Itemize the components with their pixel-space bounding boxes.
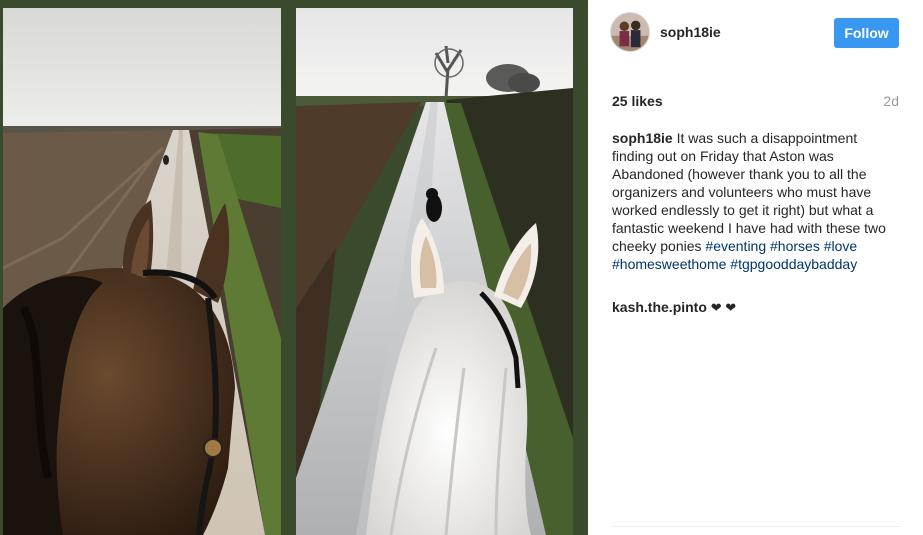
comment-username[interactable]: kash.the.pinto: [612, 299, 707, 315]
post-age[interactable]: 2d: [883, 93, 899, 109]
hashtag-link[interactable]: #homesweethome: [612, 256, 726, 272]
post-caption: soph18ie It was such a disappointment fi…: [612, 129, 902, 273]
follow-button[interactable]: Follow: [834, 18, 899, 48]
hashtag-link[interactable]: #eventing: [705, 238, 766, 254]
photo-left-brown-horse: [3, 8, 281, 535]
photo-right-grey-horse: [296, 8, 573, 535]
hashtag-link[interactable]: #tgpgooddaybadday: [730, 256, 857, 272]
likes-count[interactable]: 25 likes: [612, 93, 663, 109]
hashtag-link[interactable]: #love: [824, 238, 857, 254]
post-photo[interactable]: [0, 0, 588, 535]
comment-item: kash.the.pinto ❤ ❤: [612, 299, 736, 316]
caption-username[interactable]: soph18ie: [612, 130, 673, 146]
avatar[interactable]: [610, 12, 650, 52]
comment-text: ❤ ❤: [710, 300, 737, 315]
caption-text: It was such a disappointment finding out…: [612, 130, 886, 254]
post-header: soph18ie Follow: [588, 0, 923, 70]
post-username[interactable]: soph18ie: [660, 24, 721, 40]
post-sidebar: soph18ie Follow 25 likes 2d soph18ie It …: [588, 0, 923, 535]
hashtag-link[interactable]: #horses: [770, 238, 820, 254]
post-meta: 25 likes 2d: [588, 90, 923, 112]
divider: [612, 526, 901, 527]
